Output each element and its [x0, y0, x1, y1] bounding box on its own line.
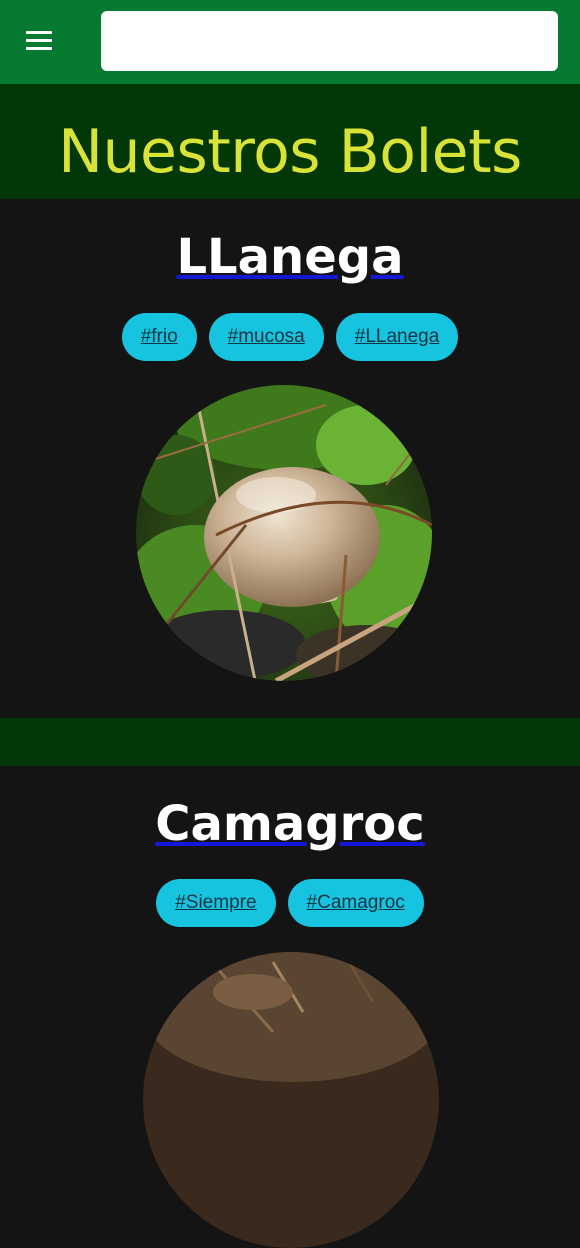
bolet-title-link[interactable]: LLanega: [176, 229, 403, 285]
mushroom-photo-image: [143, 952, 439, 1248]
bolet-title: Camagroc: [0, 792, 580, 856]
bolet-card: Camagroc #Siempre #Camagroc: [0, 766, 580, 1248]
tag-chip[interactable]: #Siempre: [156, 879, 276, 927]
section-divider: [0, 718, 580, 766]
tag-chip[interactable]: #Camagroc: [287, 879, 424, 927]
bolet-title: LLanega: [0, 225, 580, 289]
hero-banner: Nuestros Bolets: [0, 84, 580, 199]
tag-chip[interactable]: #frio: [121, 313, 197, 361]
bolet-title-link[interactable]: Camagroc: [155, 796, 424, 852]
tag-chip[interactable]: #mucosa: [208, 313, 324, 361]
page-title: Nuestros Bolets: [58, 117, 522, 187]
hamburger-menu-icon[interactable]: [24, 29, 54, 53]
tag-chip[interactable]: #LLanega: [335, 313, 459, 361]
search-input[interactable]: [101, 11, 558, 71]
top-app-bar: [0, 0, 580, 84]
tag-list: #frio #mucosa #LLanega: [0, 313, 580, 361]
bolet-photo[interactable]: [143, 952, 439, 1248]
tag-list: #Siempre #Camagroc: [0, 879, 580, 927]
mushroom-photo-image: [136, 385, 432, 681]
bolet-photo[interactable]: [136, 385, 432, 681]
bolet-card: LLanega #frio #mucosa #LLanega: [0, 199, 580, 718]
